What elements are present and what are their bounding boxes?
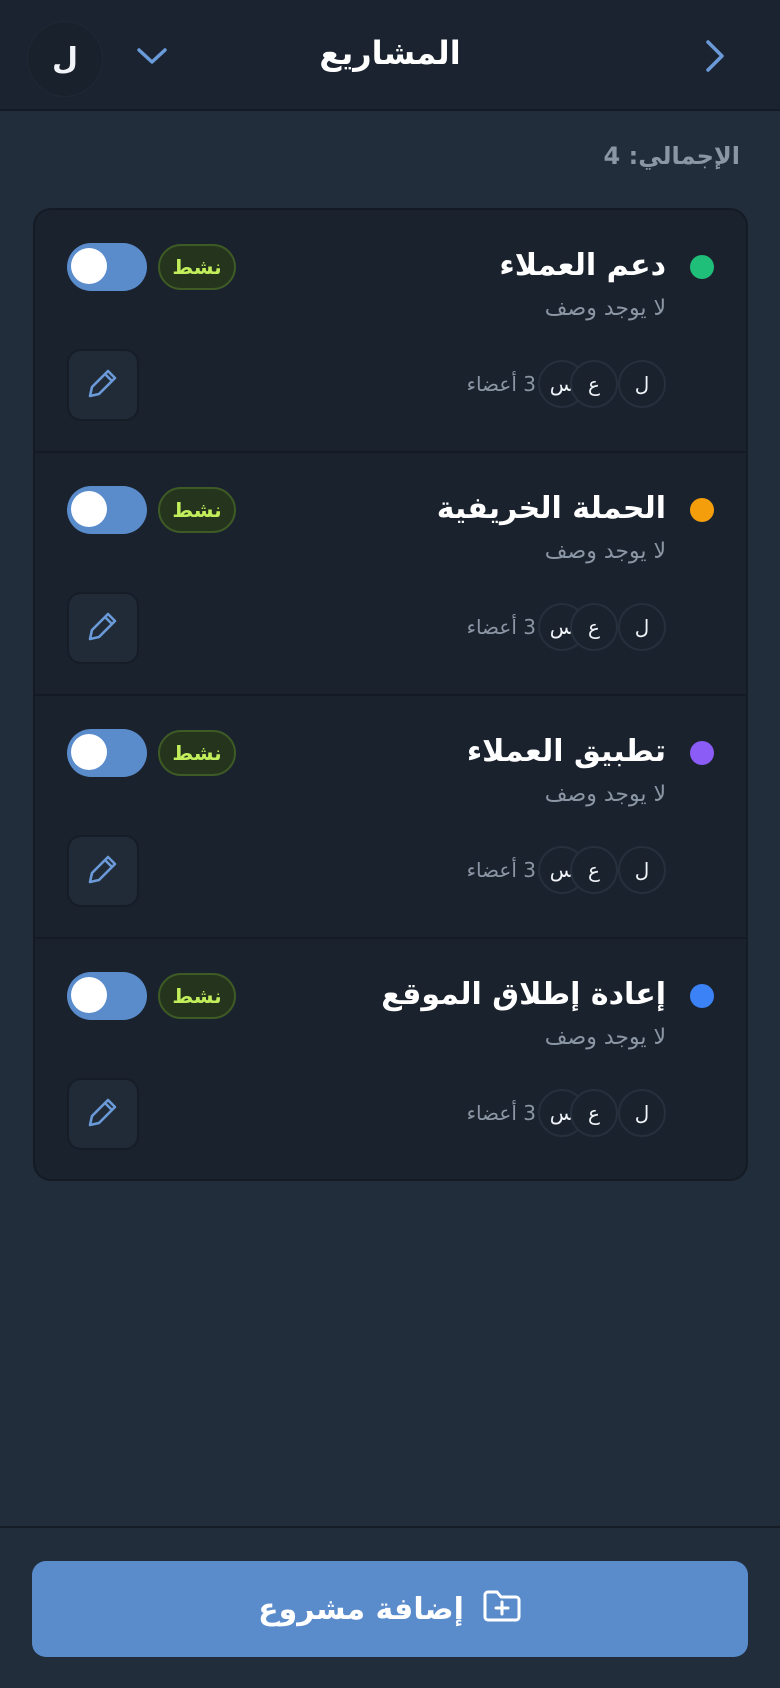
project-description: لا يوجد وصف: [544, 1025, 666, 1050]
back-chevron-icon[interactable]: [695, 34, 735, 78]
toggle-knob: [71, 977, 107, 1013]
folder-plus-icon: [482, 1587, 522, 1631]
project-description: لا يوجد وصف: [544, 539, 666, 564]
edit-button[interactable]: [67, 835, 139, 907]
status-badge: نشط: [158, 487, 236, 533]
member-avatar: ل: [618, 1089, 666, 1137]
add-project-label: إضافة مشروع: [258, 1591, 464, 1627]
member-avatar: ع: [570, 846, 618, 894]
pencil-icon: [86, 609, 120, 647]
project-name: دعم العملاء: [499, 248, 666, 283]
app-header: ل المشاريع: [0, 0, 780, 111]
footer-bar: إضافة مشروع: [0, 1526, 780, 1688]
pencil-icon: [86, 1095, 120, 1133]
project-color-dot: [690, 984, 714, 1008]
project-color-dot: [690, 498, 714, 522]
project-active-toggle[interactable]: [67, 729, 147, 777]
add-project-button[interactable]: إضافة مشروع: [32, 1561, 748, 1657]
projects-list: دعم العملاء لا يوجد وصف نشط ل ع س 3 أعضاء الحمل…: [33, 208, 748, 1181]
members-count: 3 أعضاء: [466, 1101, 536, 1125]
member-avatar: ل: [618, 603, 666, 651]
pencil-icon: [86, 366, 120, 404]
members-count: 3 أعضاء: [466, 858, 536, 882]
project-color-dot: [690, 741, 714, 765]
status-badge: نشط: [158, 730, 236, 776]
pencil-icon: [86, 852, 120, 890]
edit-button[interactable]: [67, 592, 139, 664]
members-group: لعس3 أعضاء: [467, 1089, 666, 1137]
members-count: 3 أعضاء: [466, 615, 536, 639]
project-active-toggle[interactable]: [67, 243, 147, 291]
projects-screen: ل المشاريع الإجمالي: 4 دعم العملاء لا يوج…: [0, 0, 780, 1688]
project-name: إعادة إطلاق الموقع: [381, 977, 666, 1012]
project-row[interactable]: تطبيق العملاء لا يوجد وصف نشط ل ع س 3 أعضاء: [35, 696, 746, 939]
project-name: تطبيق العملاء: [466, 734, 666, 769]
members-count: 3 أعضاء: [466, 372, 536, 396]
toggle-knob: [71, 248, 107, 284]
member-avatar: ل: [618, 846, 666, 894]
member-avatar: ع: [570, 1089, 618, 1137]
status-badge: نشط: [158, 244, 236, 290]
status-badge: نشط: [158, 973, 236, 1019]
members-group: لعس3 أعضاء: [467, 846, 666, 894]
page-title: المشاريع: [319, 34, 461, 72]
toggle-knob: [71, 734, 107, 770]
edit-button[interactable]: [67, 1078, 139, 1150]
project-row[interactable]: الحملة الخريفية لا يوجد وصف نشط ل ع س 3 أعضاء: [35, 453, 746, 696]
project-active-toggle[interactable]: [67, 486, 147, 534]
total-count: الإجمالي: 4: [603, 142, 740, 170]
members-group: لعس3 أعضاء: [467, 603, 666, 651]
members-group: لعس3 أعضاء: [467, 360, 666, 408]
project-name: الحملة الخريفية: [436, 491, 666, 526]
member-avatar: ع: [570, 603, 618, 651]
project-row[interactable]: دعم العملاء لا يوجد وصف نشط ل ع س 3 أعضاء: [35, 210, 746, 453]
member-avatar: ل: [618, 360, 666, 408]
project-row[interactable]: إعادة إطلاق الموقع لا يوجد وصف نشط ل ع س 3 أعض…: [35, 939, 746, 1179]
project-description: لا يوجد وصف: [544, 296, 666, 321]
project-color-dot: [690, 255, 714, 279]
project-description: لا يوجد وصف: [544, 782, 666, 807]
member-avatar: ع: [570, 360, 618, 408]
edit-button[interactable]: [67, 349, 139, 421]
toggle-knob: [71, 491, 107, 527]
project-active-toggle[interactable]: [67, 972, 147, 1020]
